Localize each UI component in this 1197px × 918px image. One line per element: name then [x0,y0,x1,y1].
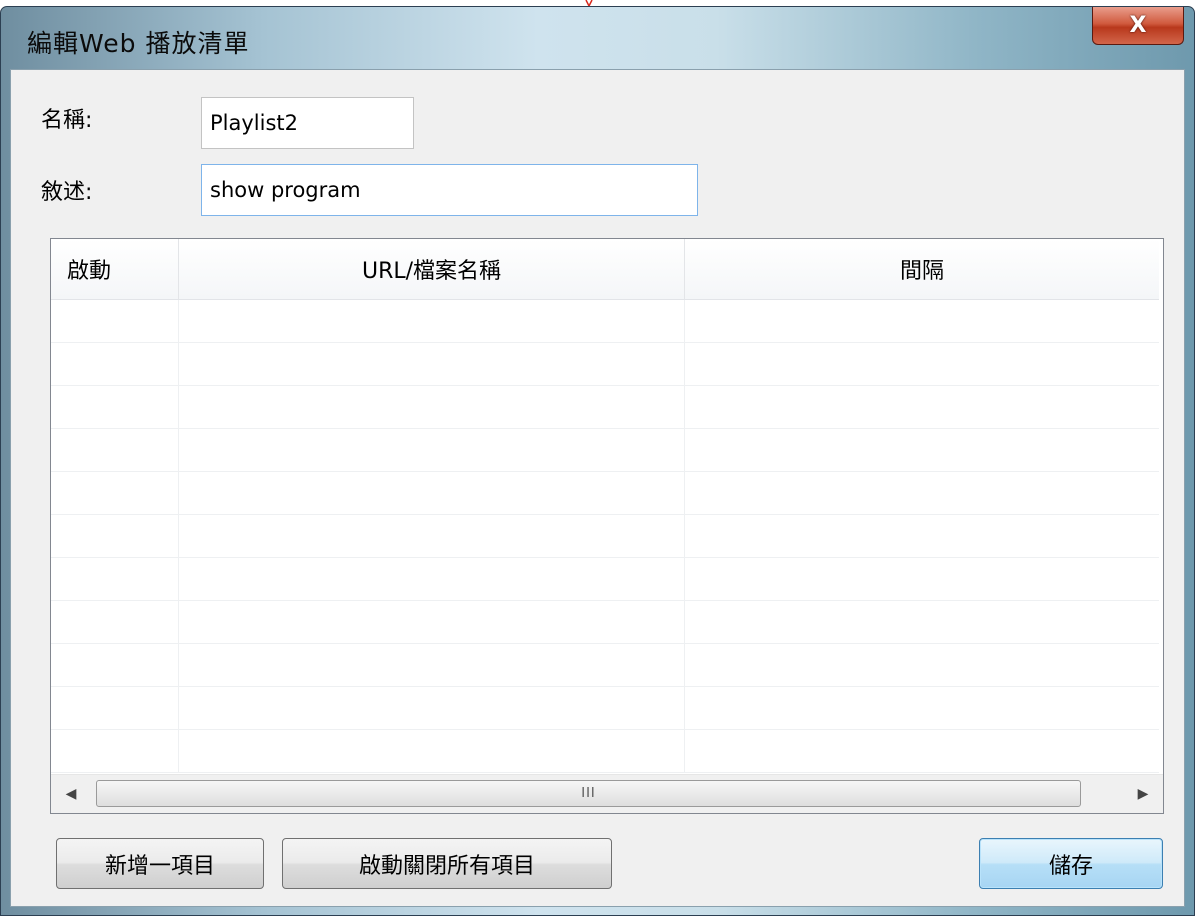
playlist-table[interactable]: 啟動 URL/檔案名稱 間隔 ◀ III ▶ [50,238,1164,814]
table-cell[interactable] [179,300,685,342]
table-cell[interactable] [51,558,179,600]
close-icon: X [1129,13,1147,38]
table-row[interactable] [51,300,1159,343]
table-cell[interactable] [51,343,179,385]
table-cell[interactable] [685,730,1159,772]
table-cell[interactable] [685,687,1159,729]
horizontal-scrollbar[interactable]: ◀ III ▶ [51,774,1163,813]
table-cell[interactable] [685,558,1159,600]
table-row[interactable] [51,472,1159,515]
name-input[interactable]: Playlist2 [201,97,414,149]
scrollbar-grip-icon: III [581,786,596,801]
table-cell[interactable] [685,386,1159,428]
table-cell[interactable] [685,300,1159,342]
save-button[interactable]: 儲存 [979,838,1163,889]
scrollbar-thumb[interactable]: III [96,780,1081,807]
close-button[interactable]: X [1092,7,1184,45]
table-cell[interactable] [179,730,685,772]
table-cell[interactable] [179,515,685,557]
toggle-all-items-button[interactable]: 啟動關閉所有項目 [282,838,612,889]
scroll-left-arrow-icon[interactable]: ◀ [51,775,91,813]
table-cell[interactable] [179,343,685,385]
table-row[interactable] [51,429,1159,472]
column-header-interval[interactable]: 間隔 [685,239,1159,299]
table-cell[interactable] [179,601,685,643]
table-cell[interactable] [179,558,685,600]
table-row[interactable] [51,343,1159,386]
table-cell[interactable] [51,687,179,729]
table-cell[interactable] [51,644,179,686]
table-cell[interactable] [51,300,179,342]
table-cell[interactable] [51,515,179,557]
table-cell[interactable] [179,644,685,686]
table-cell[interactable] [179,687,685,729]
table-cell[interactable] [51,472,179,514]
table-cell[interactable] [179,472,685,514]
description-label: 敘述: [41,180,93,205]
window-title: 編輯Web 播放清單 [27,29,250,58]
dialog-client-area: 名稱: Playlist2 敘述: show program 啟動 URL/檔案… [10,69,1185,907]
table-cell[interactable] [179,429,685,471]
table-row[interactable] [51,558,1159,601]
table-cell[interactable] [51,730,179,772]
table-cell[interactable] [685,343,1159,385]
column-header-url-filename[interactable]: URL/檔案名稱 [179,239,685,299]
table-row[interactable] [51,730,1159,773]
scroll-right-arrow-icon[interactable]: ▶ [1123,775,1163,813]
table-cell[interactable] [685,644,1159,686]
table-row[interactable] [51,515,1159,558]
dialog-window: 編輯Web 播放清單 X 名稱: Playlist2 敘述: show prog… [0,6,1195,916]
table-cell[interactable] [51,429,179,471]
table-header: 啟動 URL/檔案名稱 間隔 [51,239,1159,300]
table-body [51,300,1159,773]
table-cell[interactable] [51,601,179,643]
name-label: 名稱: [41,108,93,133]
table-cell[interactable] [685,601,1159,643]
title-bar[interactable]: 編輯Web 播放清單 X [1,7,1194,69]
table-row[interactable] [51,386,1159,429]
add-item-button[interactable]: 新增一項目 [56,838,264,889]
table-row[interactable] [51,687,1159,730]
table-cell[interactable] [685,515,1159,557]
column-header-enable[interactable]: 啟動 [51,239,179,299]
description-input[interactable]: show program [201,164,698,216]
table-cell[interactable] [685,472,1159,514]
table-cell[interactable] [179,386,685,428]
table-cell[interactable] [51,386,179,428]
table-row[interactable] [51,644,1159,687]
table-cell[interactable] [685,429,1159,471]
table-row[interactable] [51,601,1159,644]
